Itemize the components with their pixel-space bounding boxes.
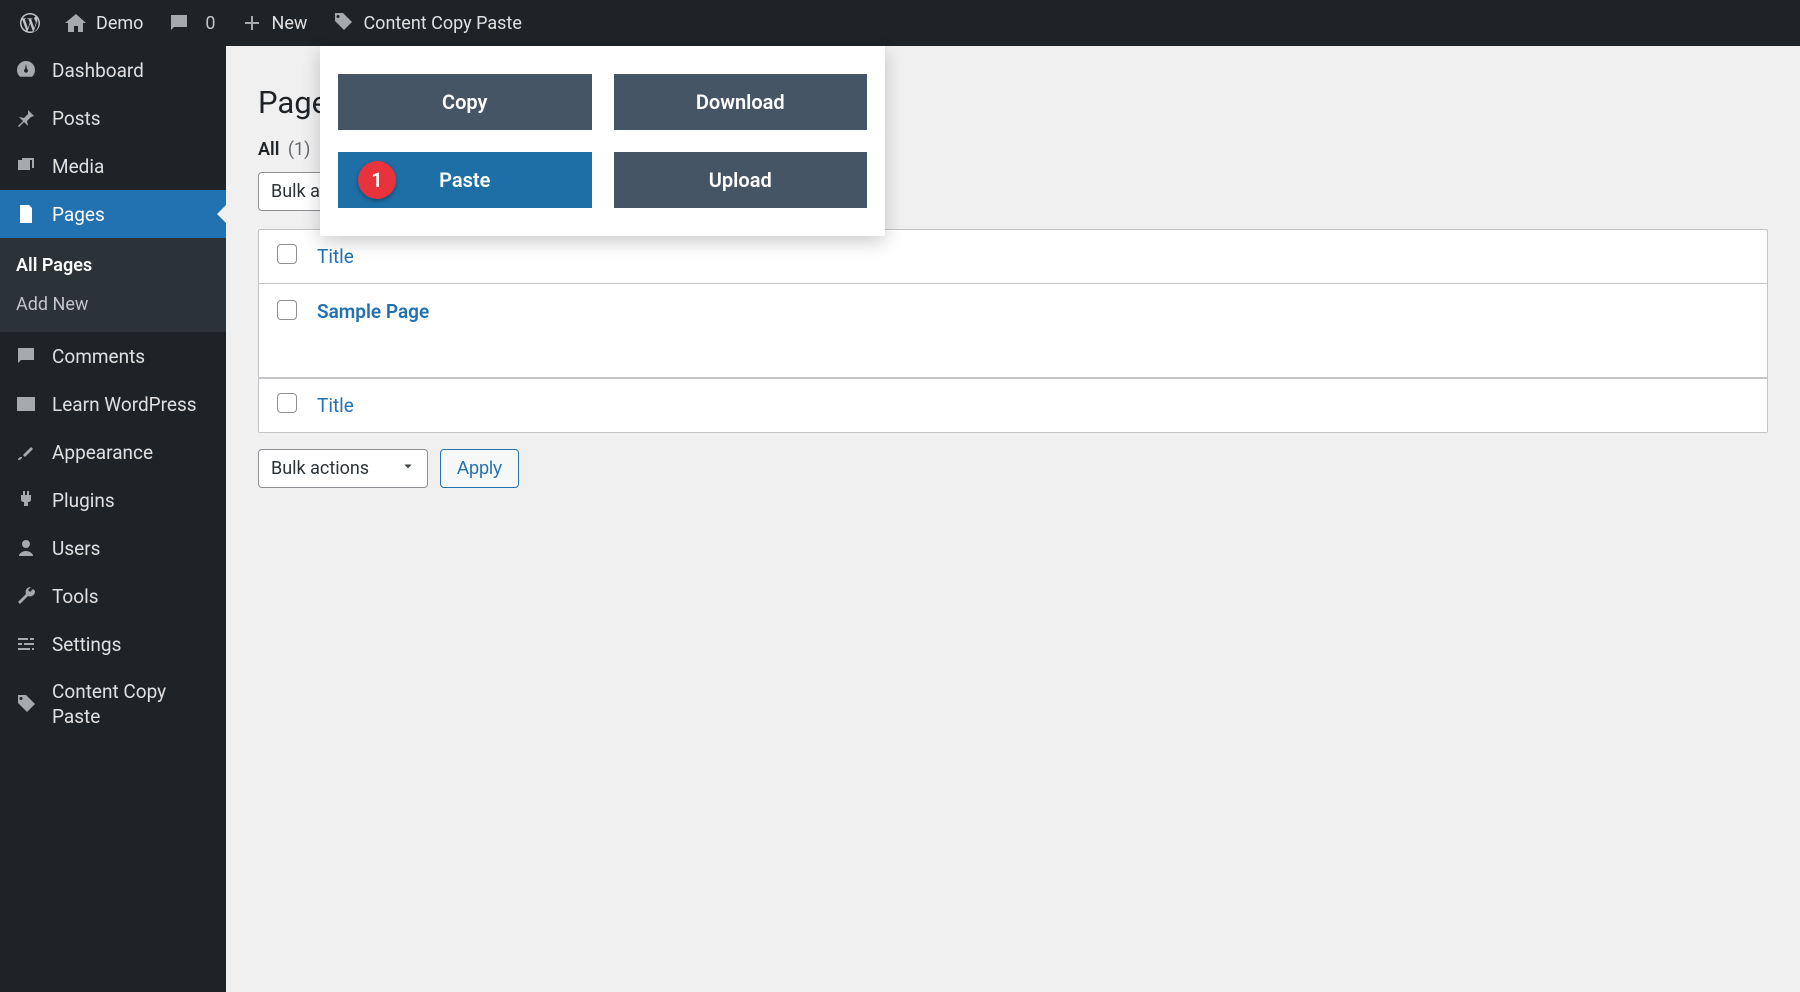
sidebar-label: Learn WordPress bbox=[52, 393, 197, 416]
sidebar-item-learn[interactable]: Learn WordPress bbox=[0, 380, 226, 428]
dashboard-icon bbox=[14, 58, 38, 82]
home-icon bbox=[64, 11, 88, 35]
sidebar-item-users[interactable]: Users bbox=[0, 524, 226, 572]
wp-logo[interactable] bbox=[8, 0, 52, 46]
sidebar-item-dashboard[interactable]: Dashboard bbox=[0, 46, 226, 94]
sidebar-label: Comments bbox=[52, 345, 145, 368]
bulk-actions-bottom: Bulk actions Apply bbox=[258, 449, 1768, 488]
apply-button-bottom[interactable]: Apply bbox=[440, 449, 519, 488]
copy-button[interactable]: Copy bbox=[338, 74, 592, 130]
copy-paste-popup: Copy Download 1 Paste Upload bbox=[320, 46, 885, 236]
sliders-icon bbox=[14, 632, 38, 656]
bulk-select-value: Bulk actions bbox=[271, 458, 369, 479]
plus-icon bbox=[240, 11, 264, 35]
download-button[interactable]: Download bbox=[614, 74, 868, 130]
table-row: Sample Page bbox=[259, 284, 1767, 378]
filter-all[interactable]: All bbox=[258, 139, 279, 160]
sidebar-label: Content Copy Paste bbox=[52, 680, 212, 729]
sidebar-item-settings[interactable]: Settings bbox=[0, 620, 226, 668]
admin-bar: Demo 0 New Content Copy Paste bbox=[0, 0, 1800, 46]
submenu-add-new[interactable]: Add New bbox=[0, 285, 226, 324]
select-all-bottom[interactable] bbox=[277, 393, 297, 413]
plugin-label: Content Copy Paste bbox=[363, 13, 521, 34]
video-icon bbox=[14, 392, 38, 416]
row-checkbox[interactable] bbox=[277, 300, 297, 320]
sidebar-label: Users bbox=[52, 537, 100, 560]
site-name: Demo bbox=[96, 13, 143, 34]
sidebar-submenu: All Pages Add New bbox=[0, 238, 226, 332]
sidebar-label: Appearance bbox=[52, 441, 153, 464]
sidebar-item-tools[interactable]: Tools bbox=[0, 572, 226, 620]
new-link[interactable]: New bbox=[228, 0, 320, 46]
upload-label: Upload bbox=[709, 168, 772, 192]
user-icon bbox=[14, 536, 38, 560]
bulk-actions-select-bottom[interactable]: Bulk actions bbox=[258, 449, 428, 488]
comment-icon bbox=[14, 344, 38, 368]
pages-table: Title Sample Page Title bbox=[258, 229, 1768, 433]
tag-icon bbox=[14, 693, 38, 717]
comments-count: 0 bbox=[205, 13, 215, 34]
chevron-down-icon bbox=[399, 457, 417, 480]
admin-sidebar: Dashboard Posts Media Pages All Pages Ad… bbox=[0, 46, 226, 992]
sidebar-label: Dashboard bbox=[52, 59, 144, 82]
sidebar-item-media[interactable]: Media bbox=[0, 142, 226, 190]
download-label: Download bbox=[696, 90, 785, 114]
plugin-icon bbox=[14, 488, 38, 512]
pages-icon bbox=[14, 202, 38, 226]
sidebar-label: Media bbox=[52, 155, 104, 178]
select-all-top[interactable] bbox=[277, 244, 297, 264]
sidebar-item-posts[interactable]: Posts bbox=[0, 94, 226, 142]
submenu-all-pages[interactable]: All Pages bbox=[0, 246, 226, 285]
sidebar-label: Tools bbox=[52, 585, 99, 608]
brush-icon bbox=[14, 440, 38, 464]
sidebar-label: Pages bbox=[52, 203, 105, 226]
step-badge: 1 bbox=[358, 161, 396, 199]
pin-icon bbox=[14, 106, 38, 130]
comments-link[interactable]: 0 bbox=[155, 0, 227, 46]
page-title-link[interactable]: Sample Page bbox=[317, 300, 429, 323]
new-label: New bbox=[272, 13, 308, 34]
media-icon bbox=[14, 154, 38, 178]
table-footer: Title bbox=[259, 378, 1767, 432]
sidebar-label: Settings bbox=[52, 633, 121, 656]
sidebar-item-content-copy-paste[interactable]: Content Copy Paste bbox=[0, 668, 226, 741]
plugin-link[interactable]: Content Copy Paste bbox=[319, 0, 533, 46]
sidebar-item-appearance[interactable]: Appearance bbox=[0, 428, 226, 476]
copy-label: Copy bbox=[442, 90, 487, 114]
column-title-footer[interactable]: Title bbox=[317, 394, 354, 417]
sidebar-item-plugins[interactable]: Plugins bbox=[0, 476, 226, 524]
sidebar-label: Posts bbox=[52, 107, 101, 130]
wrench-icon bbox=[14, 584, 38, 608]
filter-count: (1) bbox=[288, 139, 311, 160]
site-name-link[interactable]: Demo bbox=[52, 0, 155, 46]
paste-button[interactable]: 1 Paste bbox=[338, 152, 592, 208]
table-header: Title bbox=[259, 230, 1767, 284]
paste-label: Paste bbox=[439, 168, 490, 192]
tag-icon bbox=[331, 11, 355, 35]
sidebar-item-comments[interactable]: Comments bbox=[0, 332, 226, 380]
sidebar-item-pages[interactable]: Pages bbox=[0, 190, 226, 238]
upload-button[interactable]: Upload bbox=[614, 152, 868, 208]
column-title[interactable]: Title bbox=[317, 245, 354, 268]
comment-icon bbox=[167, 11, 191, 35]
wordpress-icon bbox=[18, 11, 42, 35]
sidebar-label: Plugins bbox=[52, 489, 115, 512]
